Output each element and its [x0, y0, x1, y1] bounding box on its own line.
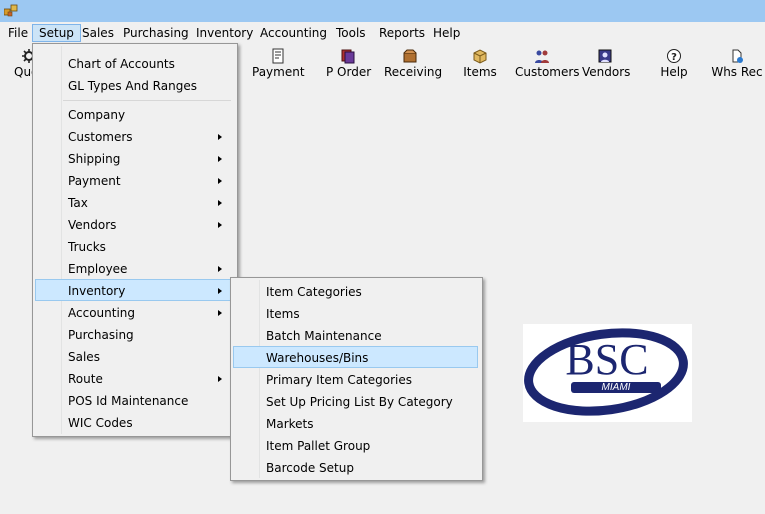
menu-item-accounting[interactable]: Accounting [35, 301, 233, 323]
submenu-arrow-icon [218, 288, 222, 294]
menu-item-pos-id-maintenance[interactable]: POS Id Maintenance [35, 389, 233, 411]
menu-setup[interactable]: Setup [32, 24, 81, 42]
menu-bar: File Setup Sales Purchasing Inventory Ac… [0, 22, 765, 42]
submenu-item-items[interactable]: Items [233, 302, 478, 324]
customers-button[interactable]: Customers [515, 48, 580, 79]
menu-item-tax[interactable]: Tax [35, 191, 233, 213]
submenu-item-item-pallet-group[interactable]: Item Pallet Group [233, 434, 478, 456]
payment-label: Payment [252, 65, 305, 79]
submenu-arrow-icon [218, 178, 222, 184]
vendor-icon [598, 49, 612, 63]
menu-file[interactable]: File [2, 24, 34, 42]
menu-item-purchasing[interactable]: Purchasing [35, 323, 233, 345]
warehouse-receive-icon [732, 49, 743, 63]
submenu-item-warehouses-bins[interactable]: Warehouses/Bins [233, 346, 478, 368]
box-icon [473, 49, 487, 64]
menu-item-company[interactable]: Company [35, 103, 233, 125]
receiving-label: Receiving [384, 65, 443, 79]
receiving-button[interactable]: Receiving [384, 48, 443, 79]
items-button[interactable]: Items [462, 48, 498, 79]
help-button[interactable]: ? Help [658, 48, 690, 79]
porder-button[interactable]: P Order [326, 48, 372, 79]
menu-item-vendors[interactable]: Vendors [35, 213, 233, 235]
submenu-item-pricing-list[interactable]: Set Up Pricing List By Category [233, 390, 478, 412]
menu-item-gl-types[interactable]: GL Types And Ranges [35, 74, 233, 96]
submenu-item-primary-item-categories[interactable]: Primary Item Categories [233, 368, 478, 390]
setup-menu: Chart of Accounts GL Types And Ranges Co… [32, 43, 238, 437]
menu-purchasing[interactable]: Purchasing [117, 24, 195, 42]
submenu-arrow-icon [218, 156, 222, 162]
svg-text:?: ? [671, 52, 677, 63]
menu-item-customers[interactable]: Customers [35, 125, 233, 147]
receiving-icon [403, 49, 417, 63]
menu-help[interactable]: Help [427, 24, 466, 42]
submenu-arrow-icon [218, 200, 222, 206]
help-label: Help [660, 65, 688, 79]
submenu-arrow-icon [218, 266, 222, 272]
menu-item-wic-codes[interactable]: WIC Codes [35, 411, 233, 433]
items-label: Items [463, 65, 497, 79]
submenu-item-batch-maintenance[interactable]: Batch Maintenance [233, 324, 478, 346]
menu-item-shipping[interactable]: Shipping [35, 147, 233, 169]
menu-sales[interactable]: Sales [76, 24, 120, 42]
vendors-button[interactable]: Vendors [582, 48, 631, 79]
logo-subtext: MIAMI [571, 382, 661, 393]
vendors-label: Vendors [582, 65, 631, 79]
customers-label: Customers [515, 65, 580, 79]
menu-reports[interactable]: Reports [373, 24, 431, 42]
submenu-arrow-icon [218, 376, 222, 382]
menu-item-chart-of-accounts[interactable]: Chart of Accounts [35, 52, 233, 74]
menu-separator [63, 100, 231, 101]
help-icon: ? [667, 49, 681, 63]
whsrec-label: Whs Rec [711, 65, 763, 79]
title-bar [0, 0, 765, 22]
menu-tools[interactable]: Tools [330, 24, 372, 42]
porder-icon [341, 49, 355, 64]
menu-item-payment[interactable]: Payment [35, 169, 233, 191]
menu-inventory[interactable]: Inventory [190, 24, 259, 42]
submenu-item-barcode-setup[interactable]: Barcode Setup [233, 456, 478, 478]
submenu-arrow-icon [218, 134, 222, 140]
porder-label: P Order [326, 65, 372, 79]
whsrec-button[interactable]: Whs Rec [710, 48, 764, 79]
people-icon [535, 50, 549, 63]
submenu-arrow-icon [218, 222, 222, 228]
menu-item-sales[interactable]: Sales [35, 345, 233, 367]
logo-text: BSC [565, 335, 649, 384]
bsc-miami-logo: BSC MIAMI [523, 324, 692, 422]
menu-item-employee[interactable]: Employee [35, 257, 233, 279]
submenu-item-item-categories[interactable]: Item Categories [233, 280, 478, 302]
submenu-arrow-icon [218, 310, 222, 316]
menu-accounting[interactable]: Accounting [254, 24, 333, 42]
app-icon [4, 4, 18, 17]
menu-item-route[interactable]: Route [35, 367, 233, 389]
inventory-submenu: Item Categories Items Batch Maintenance … [230, 277, 483, 481]
menu-item-inventory[interactable]: Inventory [35, 279, 233, 301]
payment-icon [272, 48, 284, 64]
payment-button[interactable]: Payment [252, 48, 305, 79]
menu-item-trucks[interactable]: Trucks [35, 235, 233, 257]
submenu-item-markets[interactable]: Markets [233, 412, 478, 434]
